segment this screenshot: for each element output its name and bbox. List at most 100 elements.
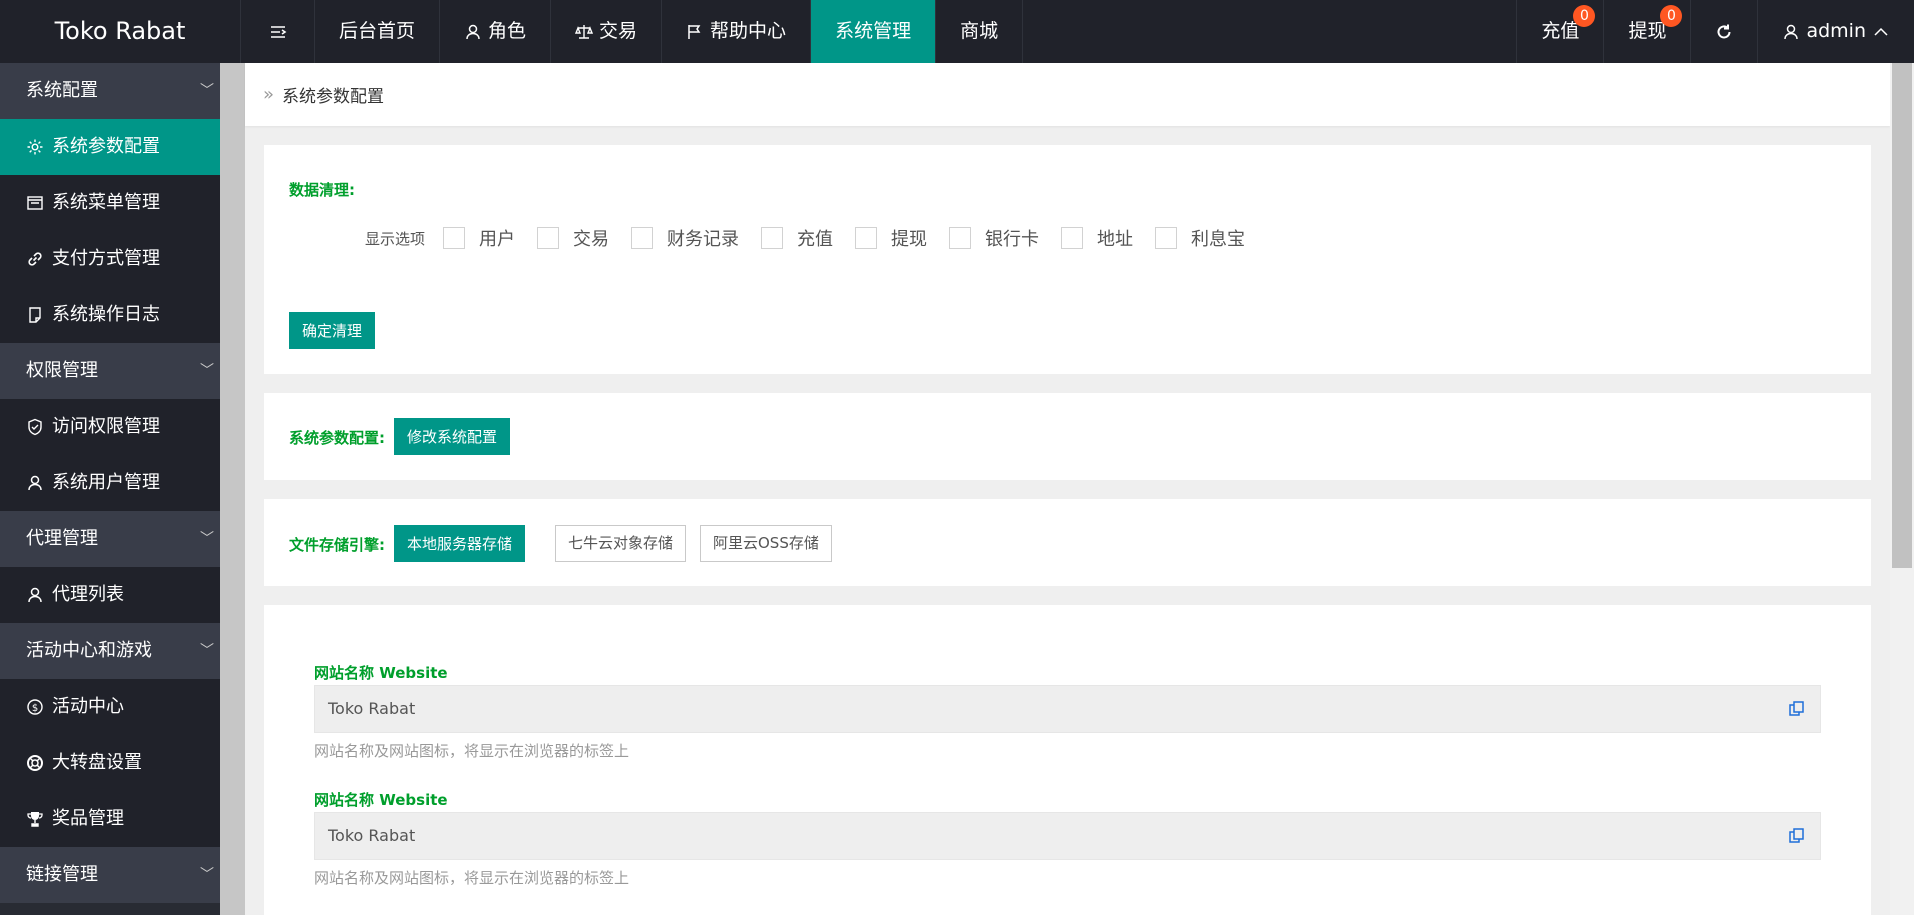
site-name-input[interactable]: Toko Rabat (314, 685, 1821, 733)
sidebar-group-system-config[interactable]: 系统配置 ﹀ (0, 63, 220, 119)
note-icon (29, 307, 41, 323)
option-label: 银行卡 (985, 229, 1040, 250)
sidebar-item-wheel-settings[interactable]: 大转盘设置 (0, 735, 220, 791)
sidebar-item-system-menu[interactable]: 系统菜单管理 (0, 175, 220, 231)
sidebar-item-label: 代理列表 (52, 584, 124, 605)
sidebar-item-agent-list[interactable]: 代理列表 (0, 567, 220, 623)
sidebar-group-label: 代理管理 (26, 528, 98, 549)
checkbox[interactable] (1155, 227, 1178, 249)
checkbox[interactable] (855, 227, 878, 249)
nav-system-label: 系统管理 (835, 20, 912, 42)
nav-home[interactable]: 后台首页 (315, 0, 441, 63)
storage-engine-title: 文件存储引擎: (289, 536, 385, 554)
main-nav: 后台首页 角色 交易 帮助中心 系统管理 商城 (241, 0, 1024, 63)
double-chevron-right-icon: » (263, 84, 275, 105)
data-clean-title: 数据清理: (289, 181, 355, 199)
sidebar-group-label: 权限管理 (26, 360, 98, 381)
flag-icon (688, 24, 701, 39)
user-icon (28, 587, 42, 603)
clean-option-withdraw[interactable]: 提现 (855, 225, 927, 251)
withdraw-button[interactable]: 提现 0 (1603, 0, 1690, 63)
site-name-input-2[interactable]: Toko Rabat (314, 812, 1821, 860)
sidebar-item-access-control[interactable]: 访问权限管理 (0, 399, 220, 455)
sidebar-group-label: 系统配置 (26, 80, 98, 101)
sidebar-item-label: 系统参数配置 (52, 136, 160, 157)
sidebar-item-label: 系统用户管理 (52, 472, 160, 493)
sidebar-item-prize-management[interactable]: 奖品管理 (0, 791, 220, 847)
dollar-icon: $ (27, 699, 43, 715)
clean-options: 显示选项 用户 交易 财务记录 充值 提现 银行卡 地址 利息宝 (365, 225, 1267, 251)
copy-icon[interactable] (1788, 700, 1806, 718)
page-scrollbar[interactable] (1890, 63, 1914, 915)
top-header: Toko Rabat 后台首页 角色 交易 帮助中心 系统管理 商城 充值 0 … (0, 0, 1914, 63)
chevron-down-icon: ﹀ (200, 867, 214, 883)
scale-icon (575, 24, 594, 39)
clean-option-bankcard[interactable]: 银行卡 (949, 225, 1039, 251)
user-icon (28, 475, 42, 491)
clean-options-label: 显示选项 (365, 229, 426, 248)
sidebar-item-operation-log[interactable]: 系统操作日志 (0, 287, 220, 343)
site-settings-form: 网站名称 Website Toko Rabat 网站名称及网站图标，将显示在浏览… (264, 605, 1871, 915)
user-name: admin (1806, 20, 1866, 42)
copy-icon[interactable] (1788, 827, 1806, 845)
sidebar-group-agents[interactable]: 代理管理 ﹀ (0, 511, 220, 567)
site-name-label-2: 网站名称 Website (314, 791, 448, 809)
chevron-down-icon: ﹀ (200, 363, 214, 379)
storage-aliyun-oss-button[interactable]: 阿里云OSS存储 (700, 525, 832, 562)
site-name-value-2: Toko Rabat (328, 826, 416, 845)
edit-system-config-button[interactable]: 修改系统配置 (394, 418, 511, 455)
checkbox[interactable] (537, 227, 560, 249)
sidebar-item-label: 大转盘设置 (52, 752, 142, 773)
site-name-help-2: 网站名称及网站图标，将显示在浏览器的标签上 (314, 869, 630, 887)
option-label: 用户 (479, 229, 516, 250)
clean-option-address[interactable]: 地址 (1061, 225, 1133, 251)
sidebar-item-system-params[interactable]: 系统参数配置 (0, 119, 220, 175)
sidebar-item-activity-center[interactable]: $ 活动中心 (0, 679, 220, 735)
clean-option-finance[interactable]: 财务记录 (631, 225, 739, 251)
lifebuoy-icon (27, 755, 43, 771)
checkbox[interactable] (949, 227, 972, 249)
breadcrumb: » 系统参数配置 (245, 63, 1890, 126)
user-menu[interactable]: admin (1757, 0, 1914, 63)
sidebar-item-label: 活动中心 (52, 696, 124, 717)
app-logo[interactable]: Toko Rabat (0, 0, 241, 63)
sidebar-toggle-button[interactable] (241, 0, 315, 63)
nav-help-label: 帮助中心 (710, 20, 787, 42)
sidebar: 系统配置 ﹀ 系统参数配置 系统菜单管理 支付方式管理 系统操作日志 权限管理 … (0, 63, 220, 915)
storage-qiniu-button[interactable]: 七牛云对象存储 (555, 525, 687, 562)
nav-shop-label: 商城 (960, 20, 999, 42)
withdraw-badge: 0 (1660, 5, 1683, 27)
system-config-title: 系统参数配置: (289, 429, 385, 447)
sidebar-item-payment-methods[interactable]: 支付方式管理 (0, 231, 220, 287)
main-content: » 系统参数配置 数据清理: 显示选项 用户 交易 财务记录 充值 提现 银行卡… (245, 63, 1890, 915)
scrollbar-thumb[interactable] (1892, 63, 1912, 568)
sidebar-item-label: 支付方式管理 (52, 248, 160, 269)
sidebar-group-activities-games[interactable]: 活动中心和游戏 ﹀ (0, 623, 220, 679)
clean-option-trades[interactable]: 交易 (537, 225, 609, 251)
checkbox[interactable] (1061, 227, 1084, 249)
checkbox[interactable] (443, 227, 466, 249)
clean-option-recharge[interactable]: 充值 (761, 225, 833, 251)
nav-system[interactable]: 系统管理 (811, 0, 937, 63)
clean-option-users[interactable]: 用户 (443, 225, 515, 251)
sidebar-item-system-users[interactable]: 系统用户管理 (0, 455, 220, 511)
nav-shop[interactable]: 商城 (936, 0, 1024, 63)
checkbox[interactable] (631, 227, 654, 249)
menu-toggle-icon (270, 25, 286, 38)
confirm-clean-button[interactable]: 确定清理 (289, 312, 376, 349)
nav-help[interactable]: 帮助中心 (662, 0, 812, 63)
chevron-down-icon: ﹀ (200, 643, 214, 659)
storage-local-button[interactable]: 本地服务器存储 (394, 525, 526, 562)
sidebar-group-links[interactable]: 链接管理 ﹀ (0, 847, 220, 903)
clean-option-interest[interactable]: 利息宝 (1155, 225, 1245, 251)
shield-icon (28, 418, 42, 436)
sidebar-item-label: 奖品管理 (52, 808, 124, 829)
link-icon (28, 252, 42, 266)
option-label: 提现 (891, 229, 928, 250)
recharge-button[interactable]: 充值 0 (1516, 0, 1603, 63)
checkbox[interactable] (761, 227, 784, 249)
sidebar-group-permissions[interactable]: 权限管理 ﹀ (0, 343, 220, 399)
nav-role[interactable]: 角色 (440, 0, 552, 63)
refresh-button[interactable] (1690, 0, 1757, 63)
nav-trade[interactable]: 交易 (551, 0, 663, 63)
